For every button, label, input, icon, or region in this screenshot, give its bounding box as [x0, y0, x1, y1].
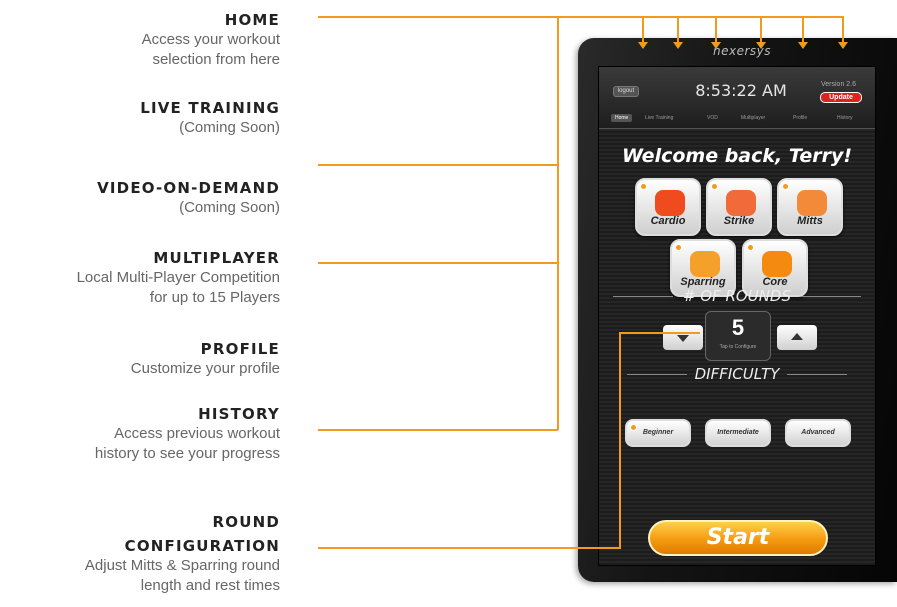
selected-indicator	[630, 424, 637, 431]
mode-strike-button[interactable]: Strike	[706, 178, 772, 236]
mode-mitts-button[interactable]: Mitts	[777, 178, 843, 236]
annotation-title: HOME	[224, 11, 280, 29]
top-bar: logout 8:53:22 AM Version 2.6 Update Hom…	[599, 67, 875, 129]
selected-indicator	[747, 244, 754, 251]
difficulty-advanced-button[interactable]: Advanced	[785, 419, 851, 447]
annotation-title: LIVE TRAINING	[140, 99, 280, 117]
annotation-round-configuration: ROUND CONFIGURATION Adjust Mitts & Sparr…	[85, 512, 280, 596]
rounds-heading: # OF ROUNDS	[599, 287, 875, 305]
rounds-decrease-button[interactable]	[663, 325, 703, 350]
fist-icon	[726, 190, 756, 216]
mode-label: Strike	[723, 215, 755, 227]
annotation-multiplayer: MULTIPLAYER Local Multi-Player Competiti…	[77, 248, 280, 308]
difficulty-beginner-button[interactable]: Beginner	[625, 419, 691, 447]
divider	[787, 374, 847, 375]
tablet-device: nexersys logout 8:53:22 AM Version 2.6 U…	[578, 38, 897, 582]
rounds-display[interactable]: 5 Tap to Configure	[705, 311, 771, 361]
chevron-down-icon	[677, 335, 689, 342]
brand-logo: nexersys	[713, 44, 772, 58]
welcome-message: Welcome back, Terry!	[621, 145, 853, 167]
annotation-desc: for up to 15 Players	[149, 289, 280, 306]
selected-indicator	[711, 183, 718, 190]
tab-vod[interactable]: VOD	[707, 115, 718, 121]
start-button[interactable]: Start	[648, 520, 828, 556]
selected-indicator	[640, 183, 647, 190]
annotation-title: ROUND	[212, 513, 280, 531]
sparring-icon	[690, 251, 720, 277]
device-screen: logout 8:53:22 AM Version 2.6 Update Hom…	[598, 66, 876, 566]
rounds-value: 5	[731, 315, 745, 340]
annotation-profile: PROFILE Customize your profile	[131, 339, 280, 379]
rounds-heading-text: # OF ROUNDS	[682, 287, 792, 305]
version-label: Version 2.6	[821, 81, 857, 88]
annotation-desc: (Coming Soon)	[179, 199, 280, 216]
annotation-desc: length and rest times	[140, 577, 280, 594]
tab-live-training[interactable]: Live Training	[645, 115, 673, 121]
annotation-desc: Access previous workout	[114, 425, 280, 442]
mode-label: Cardio	[650, 215, 686, 227]
annotation-desc: Customize your profile	[130, 360, 280, 377]
rounds-sub-label: Tap to Configure	[719, 344, 757, 350]
core-icon	[762, 251, 792, 277]
annotation-desc: history to see your progress	[94, 445, 280, 462]
annotation-desc: Adjust Mitts & Sparring round	[84, 557, 280, 574]
annotation-title: VIDEO-ON-DEMAND	[97, 179, 280, 197]
tab-profile[interactable]: Profile	[793, 115, 807, 121]
tab-history[interactable]: History	[837, 115, 853, 121]
annotation-title: MULTIPLAYER	[153, 249, 280, 267]
heart-icon	[655, 190, 685, 216]
difficulty-label: Advanced	[801, 429, 835, 436]
divider	[801, 296, 861, 297]
annotation-title: CONFIGURATION	[124, 537, 280, 555]
annotation-desc: selection from here	[152, 51, 280, 68]
annotation-title: HISTORY	[198, 405, 280, 423]
mitts-icon	[797, 190, 827, 216]
tab-multiplayer[interactable]: Multiplayer	[741, 115, 765, 121]
update-button[interactable]: Update	[820, 92, 862, 103]
difficulty-label: Beginner	[642, 429, 674, 436]
divider	[613, 296, 673, 297]
annotation-desc: Local Multi-Player Competition	[76, 269, 280, 286]
difficulty-intermediate-button[interactable]: Intermediate	[705, 419, 771, 447]
clock: 8:53:22 AM	[695, 81, 787, 100]
annotation-title: PROFILE	[200, 340, 280, 358]
annotation-desc: (Coming Soon)	[179, 119, 280, 136]
annotation-video-on-demand: VIDEO-ON-DEMAND (Coming Soon)	[97, 178, 280, 218]
difficulty-heading-text: DIFFICULTY	[694, 365, 780, 383]
annotation-live-training: LIVE TRAINING (Coming Soon)	[140, 98, 280, 138]
chevron-up-icon	[791, 333, 803, 340]
tab-home[interactable]: Home	[611, 114, 633, 122]
divider	[627, 374, 687, 375]
selected-indicator	[782, 183, 789, 190]
mode-cardio-button[interactable]: Cardio	[635, 178, 701, 236]
annotation-home: HOME Access your workout selection from …	[142, 10, 280, 70]
mode-label: Mitts	[797, 215, 823, 227]
nav-tabs: Home Live Training VOD Multiplayer Profi…	[611, 114, 873, 127]
selected-indicator	[675, 244, 682, 251]
rounds-increase-button[interactable]	[777, 325, 817, 350]
logout-button[interactable]: logout	[613, 86, 639, 97]
difficulty-heading: DIFFICULTY	[599, 365, 875, 383]
annotation-desc: Access your workout	[141, 31, 280, 48]
annotation-history: HISTORY Access previous workout history …	[95, 404, 280, 464]
difficulty-label: Intermediate	[717, 429, 759, 436]
